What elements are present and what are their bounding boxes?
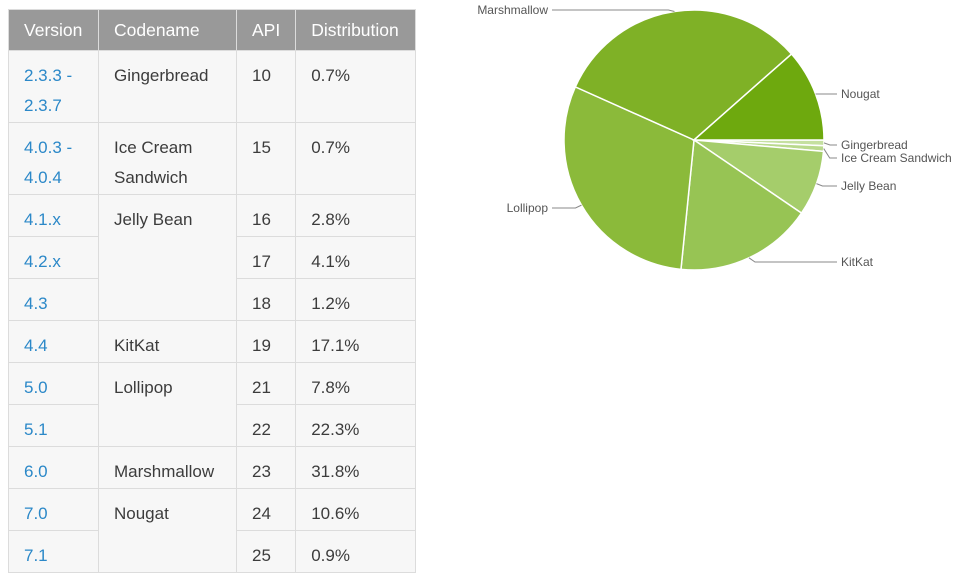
leader-line <box>816 183 837 187</box>
leader-line <box>552 204 582 209</box>
header-version: Version <box>8 9 99 51</box>
api-cell: 21 <box>235 362 297 405</box>
pie-label: Jelly Bean <box>841 179 896 193</box>
distribution-cell: 22.3% <box>295 404 417 447</box>
version-link[interactable]: 5.1 <box>8 404 99 447</box>
codename-line: Sandwich <box>114 168 188 187</box>
version-link[interactable]: 4.4 <box>8 320 99 363</box>
distribution-cell: 0.7% <box>295 50 417 123</box>
api-cell: 23 <box>235 446 297 489</box>
version-link-line[interactable]: 2.3.7 <box>24 96 62 115</box>
version-link[interactable]: 4.0.3 - 4.0.4 <box>8 122 99 195</box>
codename-cell: Gingerbread <box>98 50 237 123</box>
table-row: 4.4 KitKat 19 17.1% <box>8 320 417 363</box>
api-cell: 24 <box>235 488 297 531</box>
table-row: 6.0 Marshmallow 23 31.8% <box>8 446 417 489</box>
header-api: API <box>235 9 297 51</box>
leader-line <box>823 148 837 159</box>
codename-cell: Ice Cream Sandwich <box>98 122 237 195</box>
leader-line <box>823 142 837 146</box>
api-cell: 17 <box>235 236 297 279</box>
api-cell: 19 <box>235 320 297 363</box>
codename-cell: Lollipop <box>98 362 237 447</box>
codename-cell: KitKat <box>98 320 237 363</box>
api-cell: 25 <box>235 530 297 573</box>
api-cell: 18 <box>235 278 297 321</box>
codename-line: Ice Cream <box>114 138 193 157</box>
pie-label: Nougat <box>841 87 880 101</box>
distribution-cell: 10.6% <box>295 488 417 531</box>
api-cell: 10 <box>235 50 297 123</box>
table-header-row: Version Codename API Distribution <box>8 9 417 51</box>
table-row: 4.1.x Jelly Bean 16 2.8% <box>8 194 417 321</box>
distribution-table: Version Codename API Distribution 2.3.3 … <box>8 9 417 573</box>
distribution-cell: 7.8% <box>295 362 417 405</box>
version-link[interactable]: 7.1 <box>8 530 99 573</box>
table-row: 4.0.3 - 4.0.4 Ice Cream Sandwich 15 0.7% <box>8 122 417 195</box>
distribution-cell: 0.9% <box>295 530 417 573</box>
version-link-line[interactable]: 2.3.3 - <box>24 66 72 85</box>
version-link[interactable]: 4.3 <box>8 278 99 321</box>
version-link[interactable]: 5.0 <box>8 362 99 405</box>
table-row: 2.3.3 - 2.3.7 Gingerbread 10 0.7% <box>8 50 417 123</box>
version-link[interactable]: 4.2.x <box>8 236 99 279</box>
codename-cell: Nougat <box>98 488 237 573</box>
api-cell: 15 <box>235 122 297 195</box>
leader-line <box>552 9 675 12</box>
header-codename: Codename <box>98 9 237 51</box>
api-cell: 16 <box>235 194 297 237</box>
distribution-cell: 17.1% <box>295 320 417 363</box>
api-cell: 22 <box>235 404 297 447</box>
pie-label: Lollipop <box>507 201 549 215</box>
version-link-line[interactable]: 4.0.3 - <box>24 138 72 157</box>
distribution-cell: 31.8% <box>295 446 417 489</box>
leader-line <box>748 257 837 263</box>
codename-cell: Jelly Bean <box>98 194 237 321</box>
pie-label: Gingerbread <box>841 138 908 152</box>
table-row: 5.0 Lollipop 21 7.8% <box>8 362 417 447</box>
pie-label: KitKat <box>841 255 874 269</box>
distribution-cell: 1.2% <box>295 278 417 321</box>
distribution-pie-chart: GingerbreadIce Cream Sandwich Jelly Bean K… <box>477 3 952 271</box>
distribution-cell: 4.1% <box>295 236 417 279</box>
codename-cell: Marshmallow <box>98 446 237 489</box>
distribution-cell: 2.8% <box>295 194 417 237</box>
distribution-cell: 0.7% <box>295 122 417 195</box>
version-link[interactable]: 6.0 <box>8 446 99 489</box>
version-link[interactable]: 4.1.x <box>8 194 99 237</box>
version-link[interactable]: 2.3.3 - 2.3.7 <box>8 50 99 123</box>
pie-slices <box>563 9 825 271</box>
pie-label: Ice Cream Sandwich <box>841 151 952 165</box>
version-link[interactable]: 7.0 <box>8 488 99 531</box>
version-link-line[interactable]: 4.0.4 <box>24 168 62 187</box>
header-distribution: Distribution <box>295 9 417 51</box>
table-row: 7.0 Nougat 24 10.6% <box>8 488 417 573</box>
pie-label: Marshmallow <box>477 3 548 17</box>
